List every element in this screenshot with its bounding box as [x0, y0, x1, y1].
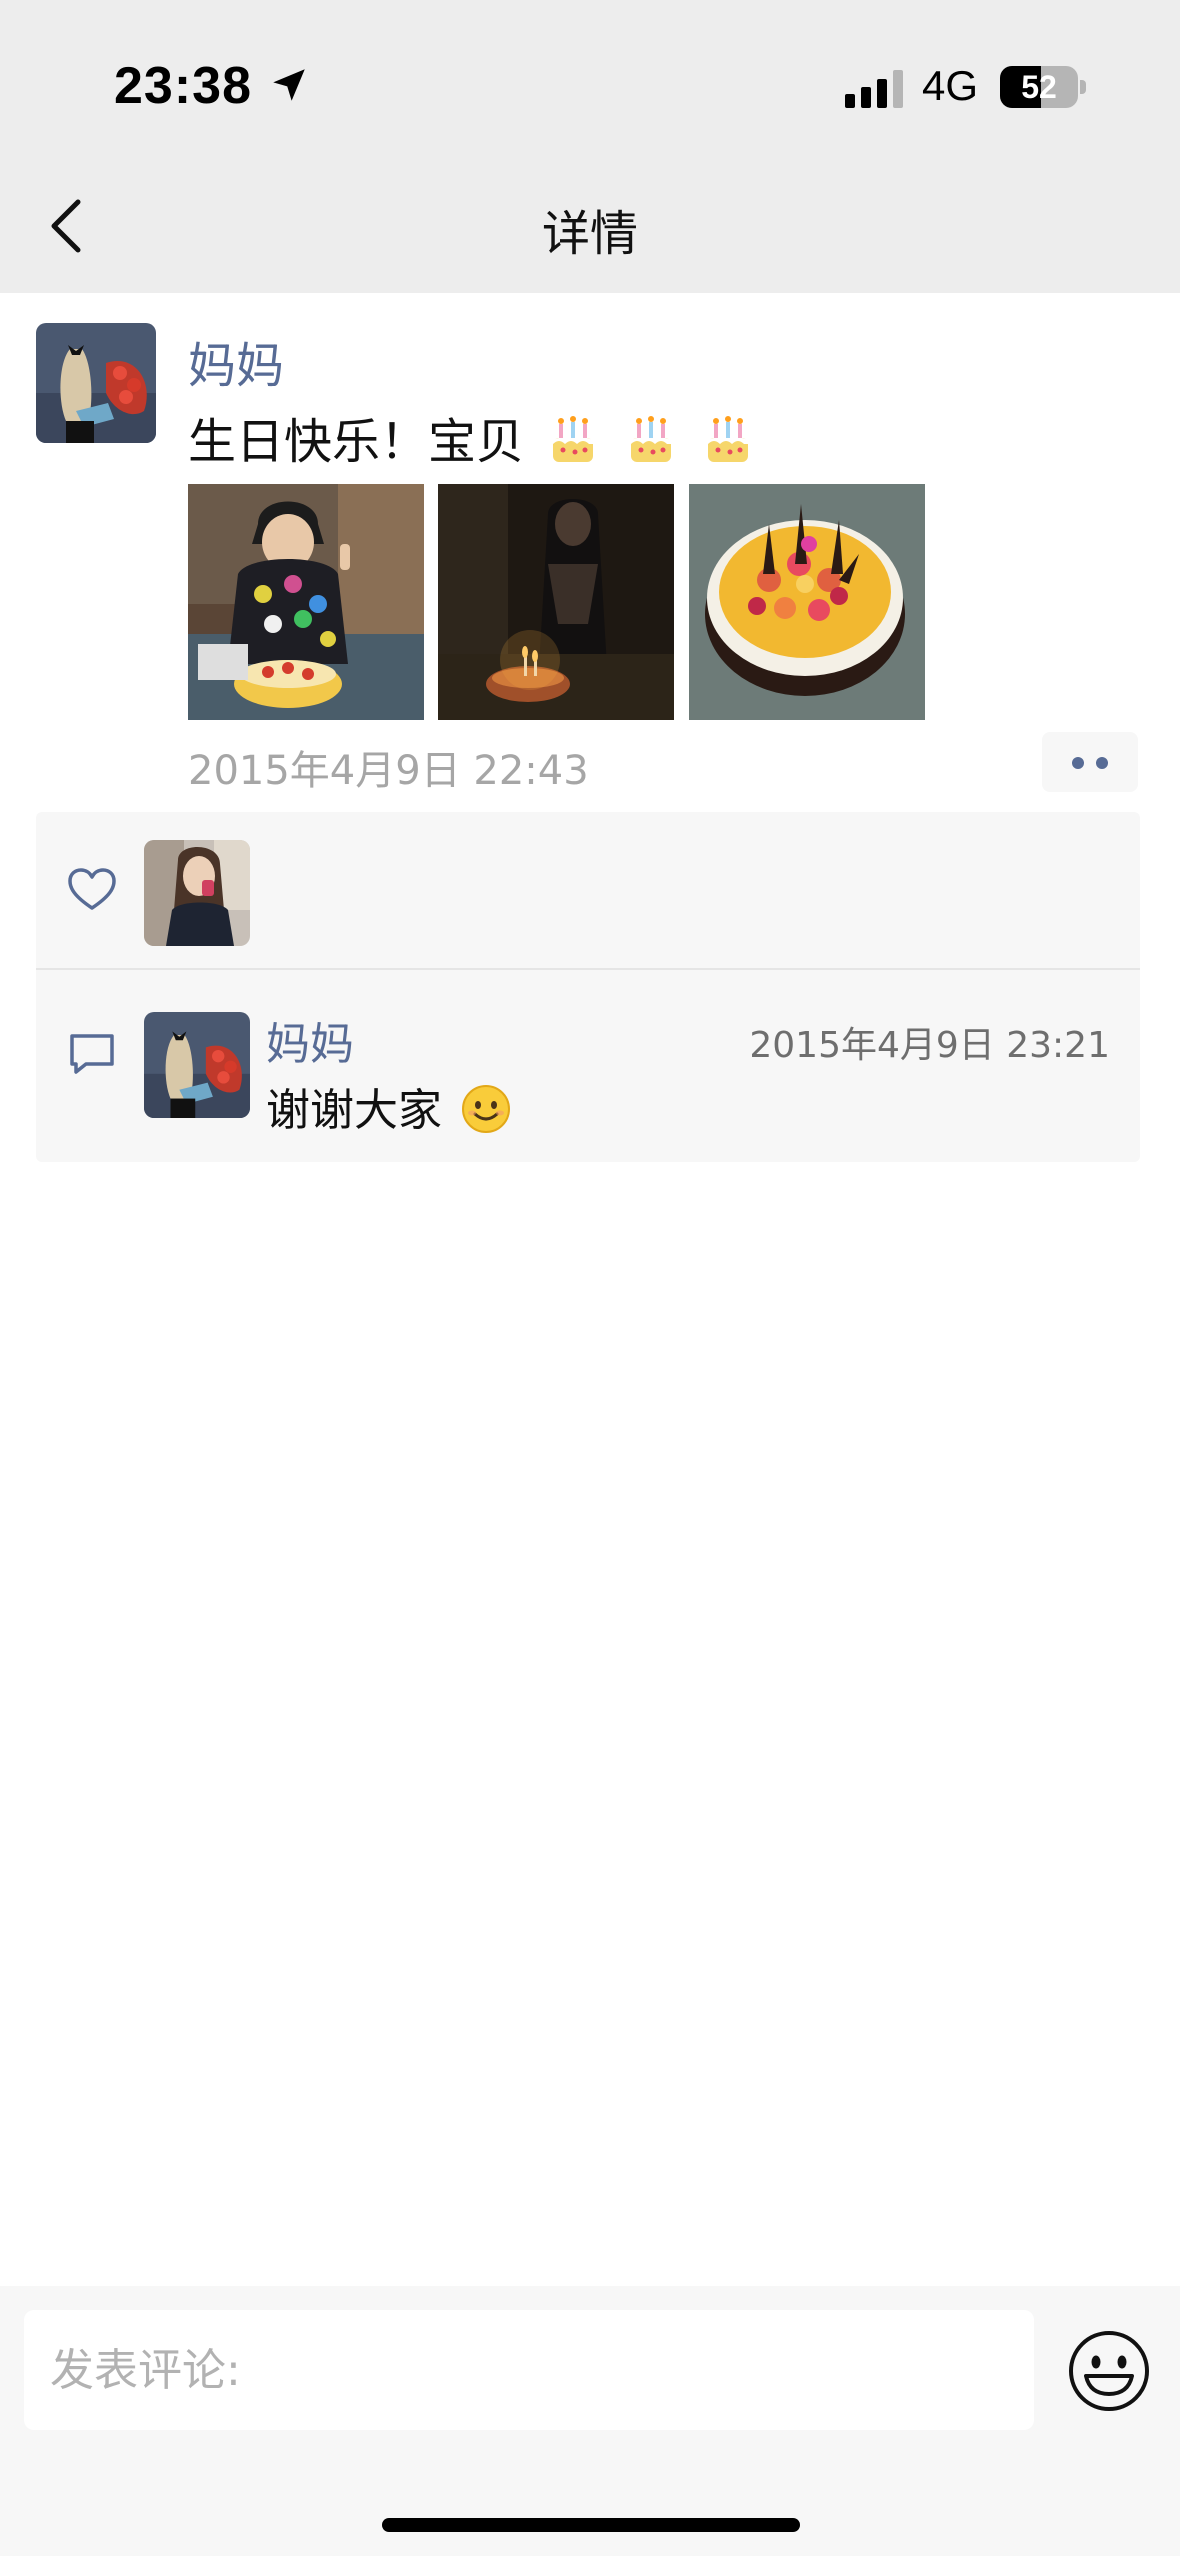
- commenter-name[interactable]: 妈妈: [266, 1008, 354, 1072]
- more-dots-icon: [1096, 757, 1108, 769]
- moments-detail-screen: 23:38 4G 52 详情 妈妈 生日快乐！宝贝 2015年4月9日 22:4…: [0, 0, 1180, 2556]
- smile-emoji-icon: [462, 1085, 510, 1133]
- poster-avatar[interactable]: [36, 323, 156, 443]
- post-timestamp: 2015年4月9日 22:43: [188, 748, 589, 794]
- post-text: 生日快乐！宝贝: [188, 402, 756, 472]
- signal-bars-icon: [845, 70, 903, 108]
- poster-name[interactable]: 妈妈: [188, 326, 284, 396]
- post-photo-2[interactable]: [438, 484, 674, 720]
- comment-text-content: 谢谢大家: [266, 1085, 442, 1136]
- post-text-content: 生日快乐！宝贝: [188, 414, 525, 470]
- comment-timestamp: 2015年4月9日 23:21: [749, 1025, 1110, 1066]
- comment-input[interactable]: [24, 2310, 1034, 2430]
- likes-row: [36, 812, 1140, 970]
- battery-indicator: 52: [1000, 66, 1086, 108]
- page-title: 详情: [541, 206, 638, 262]
- heart-icon: [68, 868, 116, 910]
- birthday-cake-icon: [707, 416, 748, 462]
- comment-composer: [0, 2286, 1180, 2556]
- commenter-avatar[interactable]: [144, 1012, 250, 1118]
- comment-text[interactable]: 谢谢大家: [266, 1074, 512, 1138]
- birthday-cake-icon: [630, 416, 671, 462]
- liker-avatar[interactable]: [144, 840, 250, 946]
- interactions-panel: 妈妈 2015年4月9日 23:21 谢谢大家: [36, 812, 1140, 1162]
- location-arrow-icon: [273, 69, 305, 101]
- status-time: 23:38: [114, 57, 252, 115]
- top-bar: 23:38 4G 52 详情: [0, 0, 1180, 293]
- comment-bubble-icon: [70, 1034, 114, 1074]
- home-indicator: [382, 2518, 800, 2532]
- battery-percent: 52: [1021, 69, 1057, 105]
- post-photo-3[interactable]: [689, 484, 925, 720]
- network-type: 4G: [922, 62, 979, 109]
- post-photo-1[interactable]: [188, 484, 424, 720]
- birthday-cake-icon: [553, 416, 594, 462]
- smiley-face-icon[interactable]: [1066, 2328, 1152, 2414]
- battery-tip: [1080, 80, 1086, 94]
- more-dots-icon: [1072, 757, 1084, 769]
- more-actions-button[interactable]: [1042, 732, 1138, 792]
